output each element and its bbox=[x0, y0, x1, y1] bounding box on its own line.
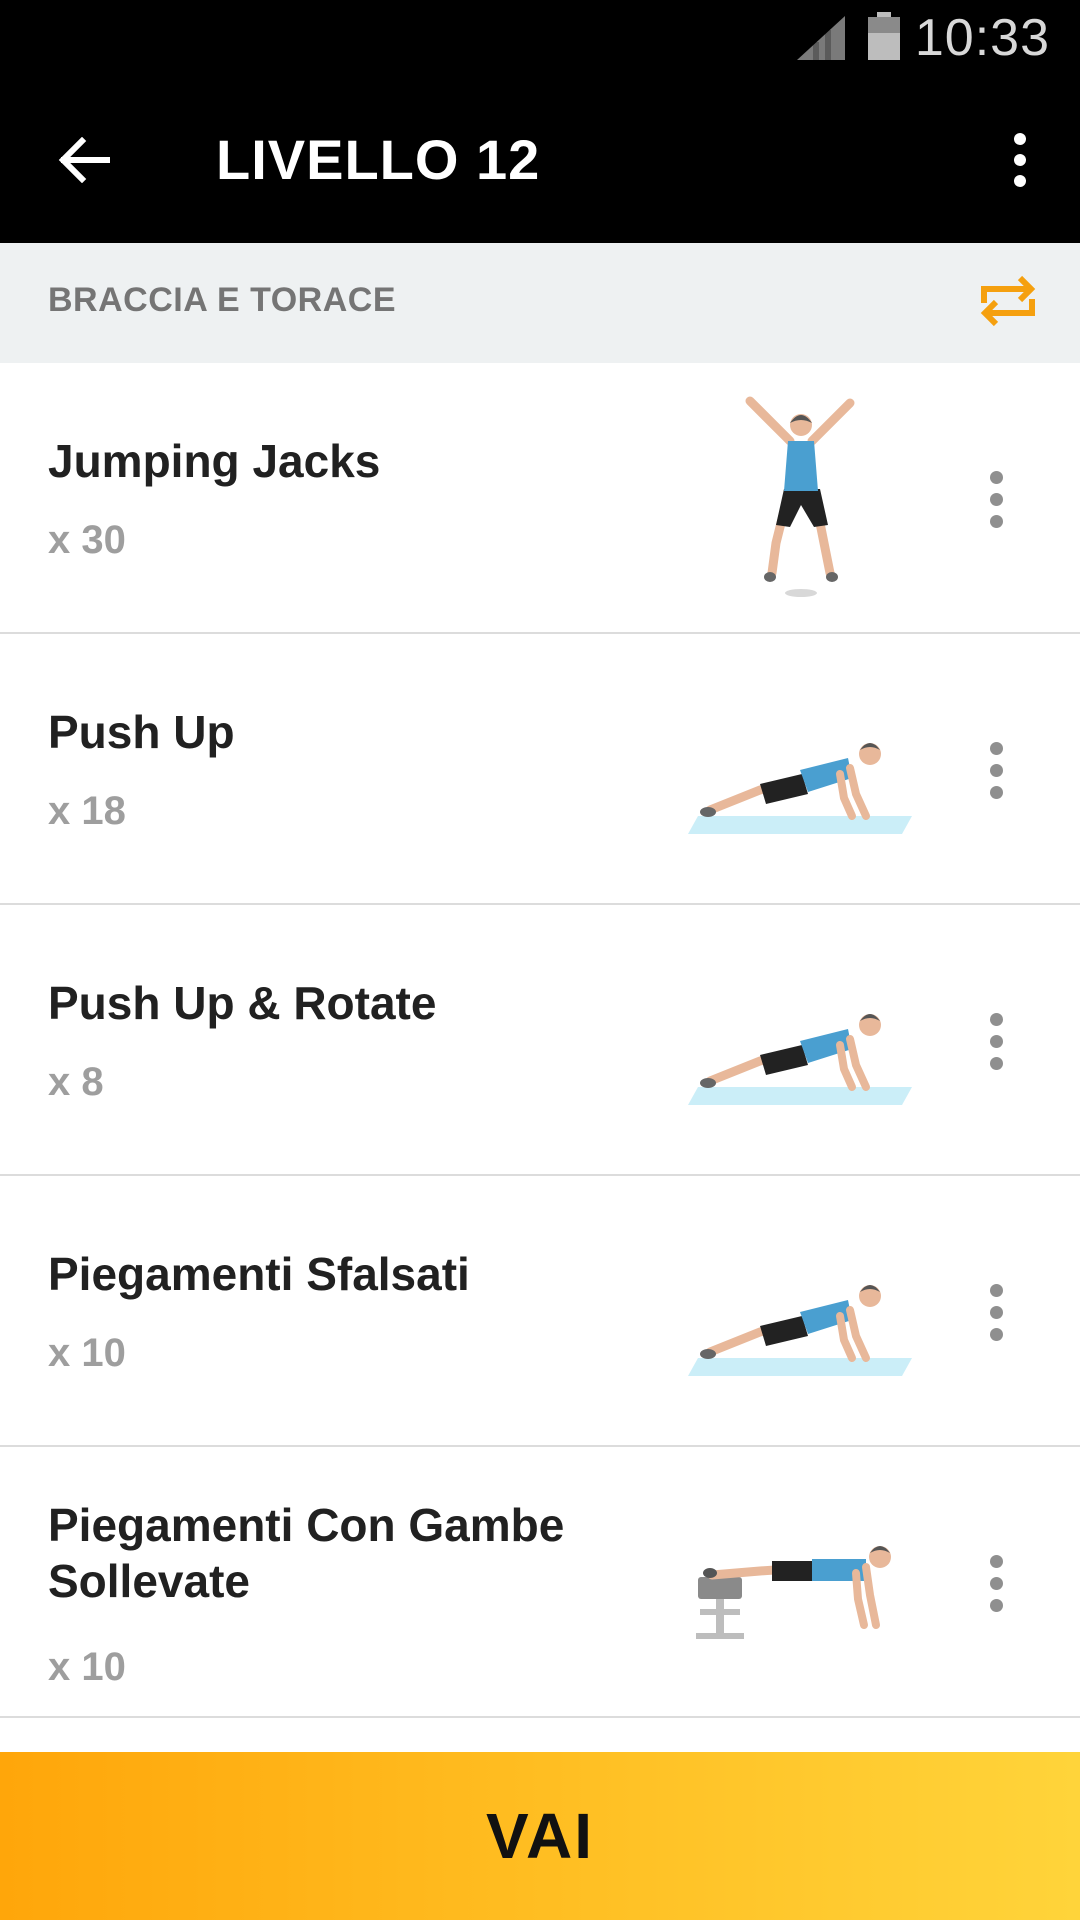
exercise-reps: x 30 bbox=[48, 518, 126, 562]
more-vert-icon bbox=[989, 1554, 1003, 1568]
exercise-reps: x 8 bbox=[48, 1060, 104, 1104]
section-header: BRACCIA E TORACE bbox=[0, 243, 1080, 363]
exercise-reps: x 10 bbox=[48, 1645, 126, 1689]
more-vert-icon bbox=[1014, 133, 1026, 145]
status-time: 10:33 bbox=[914, 9, 1050, 67]
exercise-name: Jumping Jacks bbox=[48, 435, 381, 487]
exercise-more-button[interactable] bbox=[966, 1543, 1026, 1623]
exercise-row[interactable]: Jumping Jacks x 30 bbox=[0, 363, 1080, 634]
push-up-illustration bbox=[688, 743, 912, 834]
start-button-label: VAI bbox=[486, 1800, 594, 1872]
exercise-name: Piegamenti Sfalsati bbox=[48, 1248, 470, 1300]
repeat-icon[interactable] bbox=[976, 269, 1040, 333]
more-vert-icon bbox=[989, 741, 1003, 755]
page-title: LIVELLO 12 bbox=[216, 128, 541, 191]
exercise-reps: x 18 bbox=[48, 789, 126, 833]
status-bar: 10:33 bbox=[0, 0, 1080, 80]
push-up-illustration bbox=[688, 1014, 912, 1105]
exercise-list: Jumping Jacks x 30 Push Up x 18 Push Up … bbox=[0, 363, 1080, 1718]
exercise-name: Push Up bbox=[48, 706, 235, 758]
back-button[interactable] bbox=[52, 128, 116, 192]
section-title: BRACCIA E TORACE bbox=[48, 281, 397, 319]
more-vert-icon bbox=[989, 1283, 1003, 1297]
signal-icon bbox=[797, 16, 845, 60]
arrow-left-icon bbox=[58, 137, 110, 183]
exercise-name: Push Up & Rotate bbox=[48, 977, 437, 1029]
exercise-row[interactable]: Piegamenti Con Gambe Sollevate x 10 bbox=[0, 1447, 1080, 1718]
more-vert-icon bbox=[989, 470, 1003, 484]
exercise-row[interactable]: Push Up & Rotate x 8 bbox=[0, 905, 1080, 1176]
battery-icon bbox=[868, 12, 900, 60]
push-up-illustration bbox=[688, 1285, 912, 1376]
app-bar: LIVELLO 12 bbox=[0, 80, 1080, 243]
jumping-jacks-illustration bbox=[745, 396, 855, 597]
decline-push-up-illustration bbox=[696, 1546, 891, 1639]
exercise-more-button[interactable] bbox=[966, 459, 1026, 539]
start-button[interactable]: VAI bbox=[0, 1752, 1080, 1920]
exercise-row[interactable]: Piegamenti Sfalsati x 10 bbox=[0, 1176, 1080, 1447]
exercise-more-button[interactable] bbox=[966, 730, 1026, 810]
exercise-reps: x 10 bbox=[48, 1331, 126, 1375]
exercise-more-button[interactable] bbox=[966, 1001, 1026, 1081]
exercise-more-button[interactable] bbox=[966, 1272, 1026, 1352]
exercise-row[interactable]: Push Up x 18 bbox=[0, 634, 1080, 905]
overflow-menu-button[interactable] bbox=[990, 125, 1050, 195]
exercise-name: Piegamenti Con Gambe Sollevate bbox=[48, 1499, 565, 1607]
more-vert-icon bbox=[989, 1012, 1003, 1026]
